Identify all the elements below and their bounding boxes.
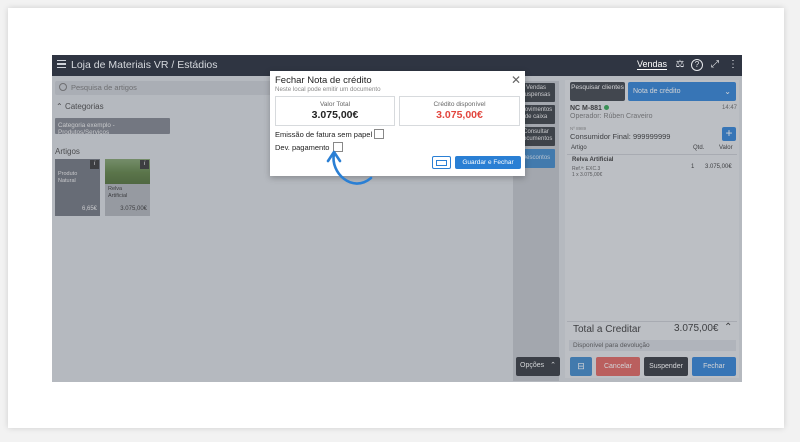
scale-icon[interactable]: ⚖ — [674, 59, 686, 71]
dialog-subtitle: Neste local pode emitir um documento — [275, 86, 381, 93]
keyboard-button[interactable] — [432, 156, 451, 169]
close-credit-note-dialog: Fechar Nota de crédito Neste local pode … — [270, 71, 525, 176]
close-icon[interactable]: ✕ — [511, 73, 521, 87]
save-and-close-button[interactable]: Guardar e Fechar — [455, 156, 521, 169]
available-credit-label: Crédito disponível — [433, 101, 486, 108]
total-value-label: Valor Total — [319, 101, 351, 108]
pointer-arrow-icon — [326, 150, 373, 185]
keyboard-icon — [436, 160, 447, 166]
breadcrumb-separator: / — [171, 59, 175, 71]
dialog-title: Fechar Nota de crédito — [275, 75, 372, 86]
fullscreen-icon[interactable]: ⤢ — [709, 59, 721, 71]
help-icon[interactable]: ? — [691, 59, 703, 71]
store-name: Loja de Materiais VR — [71, 59, 169, 71]
breadcrumb: Loja de Materiais VR / Estádios — [71, 59, 218, 71]
available-credit-amount: 3.075,00€ — [436, 109, 483, 121]
refund-payment-label: Dev. pagamento — [275, 143, 330, 152]
total-value-amount: 3.075,00€ — [311, 109, 359, 121]
section-name: Estádios — [177, 59, 218, 71]
vendas-link[interactable]: Vendas — [637, 59, 668, 70]
menu-icon[interactable] — [57, 60, 66, 69]
available-credit-box: Crédito disponível 3.075,00€ — [399, 96, 520, 126]
paperless-invoice-checkbox[interactable] — [374, 129, 384, 139]
more-options-icon[interactable]: ⋮ — [727, 59, 739, 71]
total-value-box: Valor Total 3.075,00€ — [275, 96, 395, 126]
paperless-invoice-label: Emissão de fatura sem papel — [275, 130, 373, 139]
